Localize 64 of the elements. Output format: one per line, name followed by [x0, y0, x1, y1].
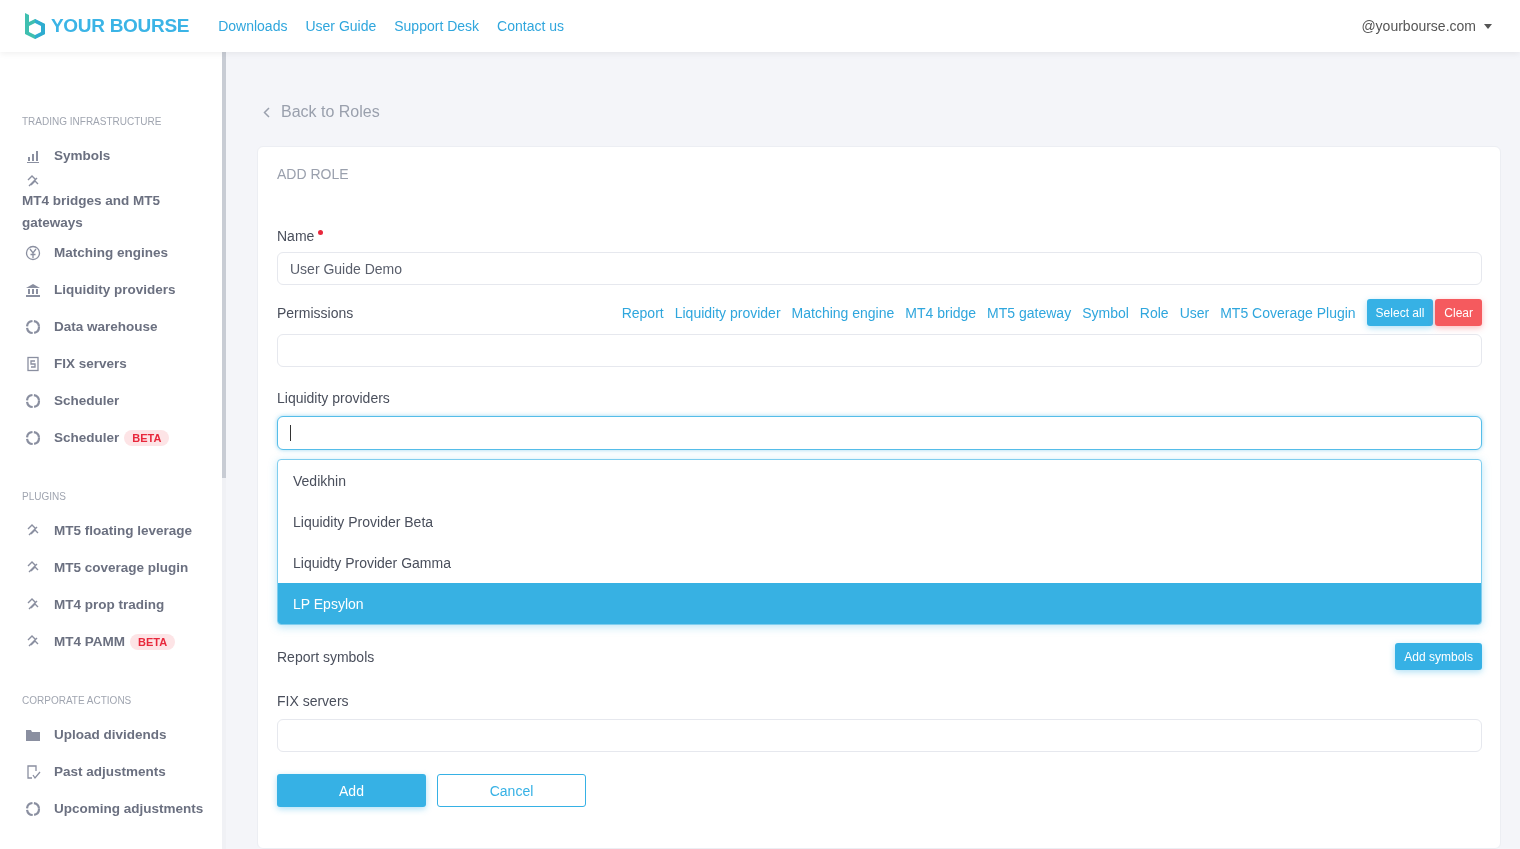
card-title: ADD ROLE — [277, 166, 350, 182]
sidebar-item[interactable]: FIX servers — [54, 352, 127, 375]
search-field[interactable] — [277, 416, 1482, 450]
permission-link[interactable]: MT5 Coverage Plugin — [1220, 304, 1356, 321]
sidebar-item[interactable]: Symbols — [54, 144, 111, 167]
dropdown-option[interactable]: Vedikhin — [278, 460, 1481, 501]
dropdown-option[interactable]: Liquidity Provider Beta — [278, 501, 1481, 542]
permission-link[interactable]: MT4 bridge — [905, 304, 977, 321]
sidebar-item[interactable]: Past adjustments — [54, 760, 166, 783]
ring-icon — [25, 429, 41, 446]
section-title: CORPORATE ACTIONS — [22, 695, 133, 706]
bank-icon — [25, 281, 41, 298]
field-label: Liquidity providers — [277, 390, 391, 406]
field-label: Report symbols — [277, 648, 375, 665]
nav-link[interactable]: Support Desk — [394, 18, 480, 34]
user-menu[interactable]: @yourbourse.com — [1361, 18, 1492, 34]
permission-link[interactable]: Symbol — [1082, 304, 1129, 321]
sidebar-item[interactable]: Upcoming adjustments — [54, 797, 204, 820]
dropdown-option[interactable]: Liquidty Provider Gamma — [278, 542, 1481, 583]
check-document-icon — [25, 763, 41, 780]
name-field[interactable]: User Guide Demo — [277, 252, 1482, 285]
section-title: TRADING INFRASTRUCTURE — [22, 116, 163, 127]
sidebar-item[interactable]: MT5 coverage plugin — [54, 556, 189, 579]
text-cursor — [290, 425, 291, 441]
permission-link[interactable]: Role — [1139, 304, 1169, 321]
required-dot — [318, 230, 324, 235]
coin-icon — [25, 244, 41, 261]
nav-link[interactable]: User Guide — [305, 18, 377, 34]
permission-link[interactable]: MT5 gateway — [987, 304, 1072, 321]
sidebar-item[interactable]: MT5 floating leverage — [54, 519, 193, 542]
sidebar-item[interactable]: Scheduler — [54, 426, 120, 449]
sidebar-item[interactable]: Matching engines — [54, 241, 168, 264]
document-icon — [25, 355, 41, 372]
sidebar-item[interactable]: Liquidity providers — [54, 278, 176, 301]
permission-link[interactable]: Report — [621, 304, 664, 321]
permission-link[interactable]: User — [1179, 304, 1210, 321]
caret-icon — [1484, 23, 1492, 29]
sidebar-item[interactable]: Scheduler — [54, 389, 120, 412]
nav-link[interactable]: Contact us — [497, 18, 564, 34]
field-label: FIX servers — [277, 693, 350, 709]
sidebar-item[interactable]: Data warehouse — [54, 315, 158, 338]
permissions-field[interactable] — [277, 334, 1482, 367]
nav-link[interactable]: Downloads — [218, 18, 288, 34]
sidebar-item[interactable]: MT4 PAMM — [54, 630, 125, 653]
section-title: PLUGINS — [22, 491, 67, 502]
sidebar-item[interactable]: MT4 bridges and MT5 gateways — [22, 190, 192, 234]
ring-icon — [25, 392, 41, 409]
field-label: Permissions — [277, 304, 354, 321]
scrollbar[interactable] — [222, 52, 226, 478]
beta-badge: BETA — [124, 429, 170, 446]
clear-button[interactable]: Clear — [1435, 299, 1482, 326]
ring-icon — [25, 318, 41, 335]
field-label: Name — [277, 228, 1482, 244]
sidebar-item[interactable]: MT4 prop trading — [54, 593, 165, 616]
cancel-button[interactable]: Cancel — [437, 774, 586, 807]
sidebar-item[interactable]: Upload dividends — [54, 723, 167, 746]
logo-text: YOUR BOURSE — [51, 15, 190, 37]
logo-icon — [23, 12, 47, 40]
ring-icon — [25, 800, 41, 817]
permission-link[interactable]: Matching engine — [791, 304, 895, 321]
permission-link[interactable]: Liquidity provider — [674, 304, 781, 321]
chevron-left-icon — [263, 106, 270, 118]
beta-badge: BETA — [130, 633, 176, 650]
fix-servers-field[interactable] — [277, 719, 1482, 752]
